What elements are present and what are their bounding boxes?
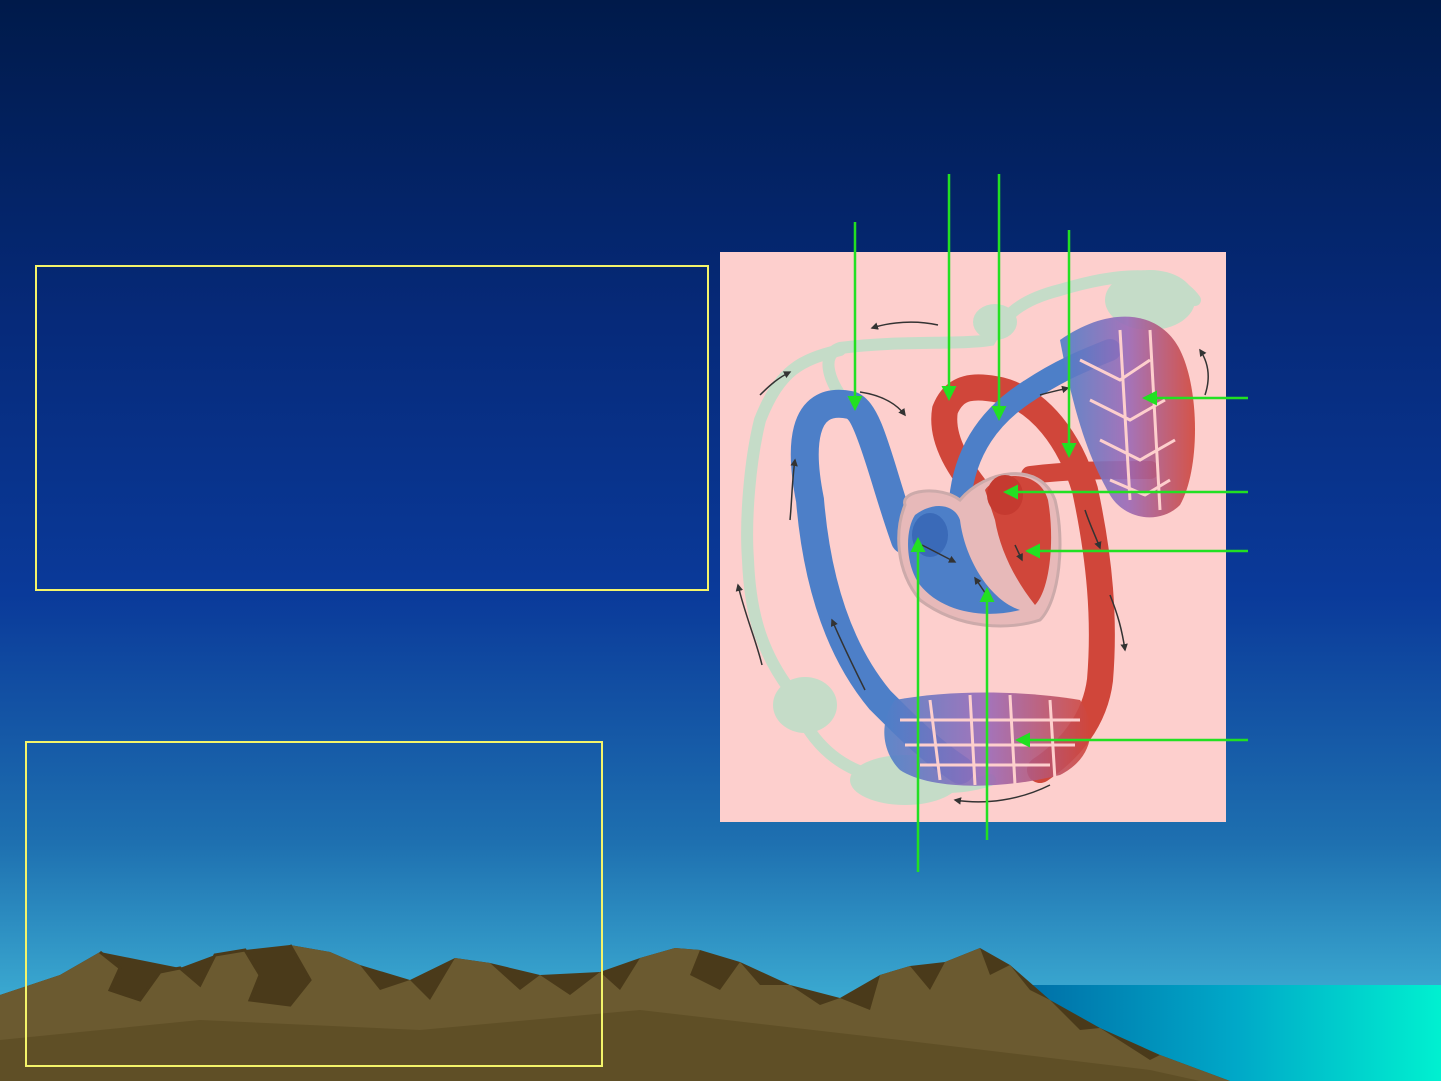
lymph-node-lower: [773, 677, 837, 733]
left-atrium: [987, 475, 1023, 515]
lymph-node-upper: [973, 304, 1017, 340]
circulation-diagram: [720, 174, 1248, 872]
slide: [0, 0, 1441, 1081]
